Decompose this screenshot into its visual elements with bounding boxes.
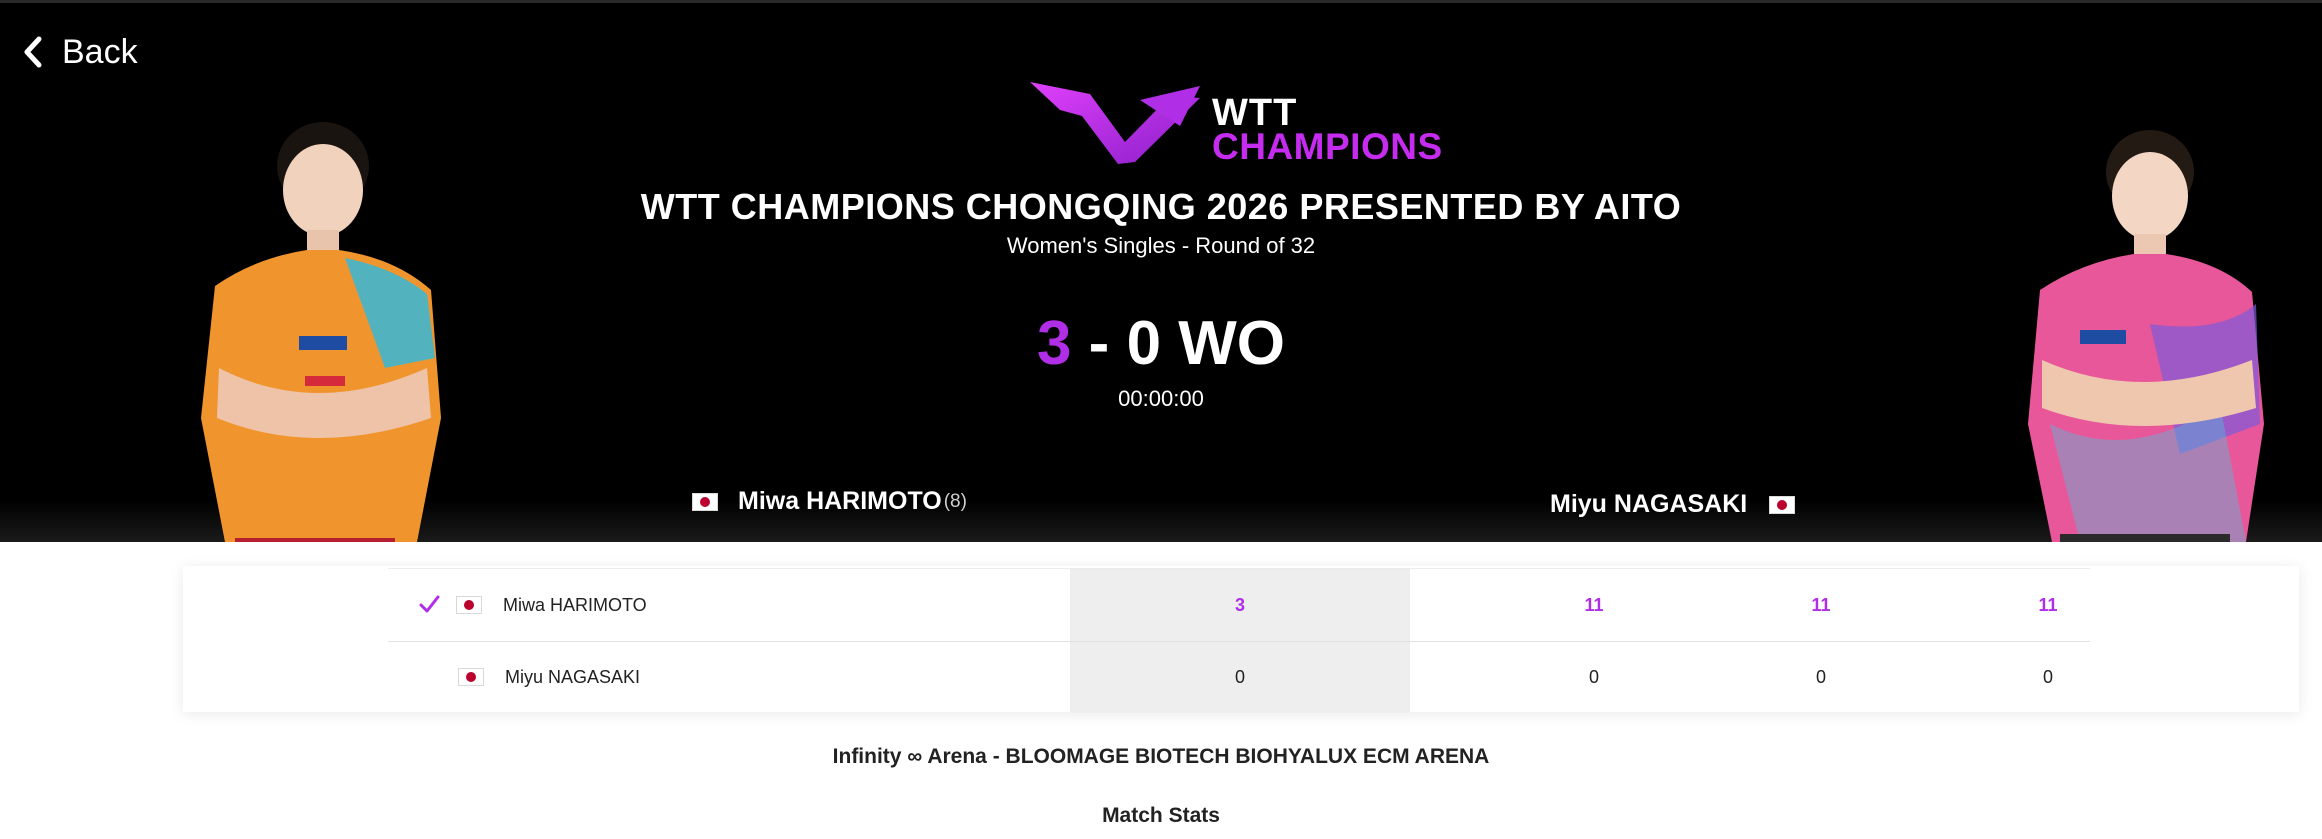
player-left-name-text: Miwa HARIMOTO [738,487,942,515]
row-total: 0 [1234,666,1245,687]
row-player-name[interactable]: Miyu NAGASAKI [505,641,640,713]
japan-flag-icon [692,492,718,511]
japan-flag-icon [1769,495,1796,514]
row-game-1: 0 [1588,666,1599,687]
row-game-2: 0 [1815,666,1826,687]
player-right-photo [2028,130,2264,542]
back-button[interactable]: Back [22,30,138,74]
row-game-1: 11 [1584,594,1604,615]
result-suffix: WO [1178,309,1286,378]
player-left-name[interactable]: Miwa HARIMOTO (8) [692,487,967,516]
row-game-3: 0 [2042,666,2053,687]
player-right-name[interactable]: Miyu NAGASAKI [1550,490,1796,519]
back-label: Back [62,32,138,71]
row-player-name[interactable]: Miwa HARIMOTO [503,569,647,641]
scoreboard-table: Miwa HARIMOTO 3 11 11 11 Miyu NAGASAKI 0… [388,568,2090,713]
table-row: Miwa HARIMOTO 3 11 11 11 [388,569,2090,642]
table-row: Miyu NAGASAKI 0 0 0 0 [388,641,2090,713]
score-separator: - [1088,309,1110,378]
chevron-left-icon [24,36,42,68]
player-left-seed: (8) [943,490,967,512]
row-total: 3 [1234,594,1245,615]
japan-flag-icon [456,596,482,614]
check-icon [419,595,440,613]
score-left: 3 [1036,309,1072,378]
venue-label: Infinity ∞ Arena - BLOOMAGE BIOTECH BIOH… [832,745,1490,768]
match-stats-heading[interactable]: Match Stats [0,804,2322,828]
japan-flag-icon [458,668,484,686]
player-left-photo [201,122,441,542]
player-right-name-text: Miyu NAGASAKI [1550,490,1748,518]
row-game-2: 11 [1811,594,1831,615]
brand-word-champions: CHAMPIONS [1212,126,1443,167]
score-right: 0 [1126,309,1162,378]
row-game-3: 11 [2038,594,2058,615]
